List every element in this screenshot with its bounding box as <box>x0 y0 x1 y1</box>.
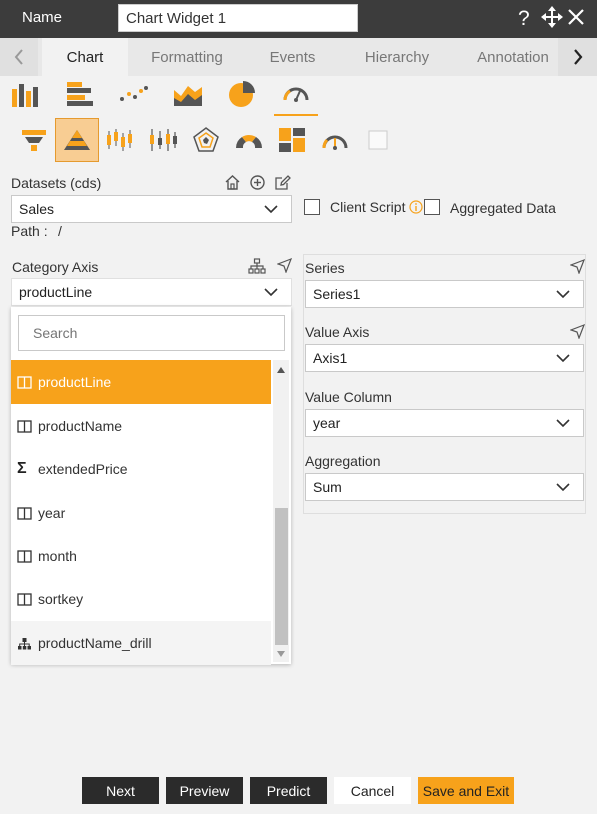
column-field-icon <box>17 549 35 563</box>
path-label: Path : <box>11 223 48 239</box>
aggregated-data-label: Aggregated Data <box>450 200 556 216</box>
boxplot-chart-icon[interactable] <box>141 118 185 162</box>
navigate-arrow-icon[interactable] <box>569 258 586 279</box>
tab-scroll-left-button[interactable] <box>0 38 38 76</box>
add-circle-icon[interactable] <box>249 174 266 196</box>
column-field-icon <box>17 419 35 433</box>
list-item-label: month <box>38 548 77 564</box>
sigma-measure-icon: Σ <box>17 460 27 477</box>
datasets-label: Datasets (cds) <box>11 175 102 191</box>
home-icon[interactable] <box>224 174 241 196</box>
area-chart-icon[interactable] <box>166 72 210 116</box>
path-value: / <box>58 223 62 239</box>
predict-button[interactable]: Predict <box>250 777 327 804</box>
column-field-icon <box>17 375 35 389</box>
list-item[interactable]: Σ extendedPrice <box>11 447 271 491</box>
scrollbar-thumb[interactable] <box>275 508 288 645</box>
chevron-down-icon <box>263 202 279 218</box>
funnel-chart-icon[interactable] <box>12 118 56 162</box>
tab-scroll-right-button[interactable] <box>558 38 597 76</box>
tab-annotation[interactable]: Annotation <box>470 38 556 76</box>
chevron-down-icon <box>555 287 571 303</box>
list-item[interactable]: productName <box>11 404 271 448</box>
meter-gauge-icon[interactable] <box>313 118 357 162</box>
bar-chart-icon[interactable] <box>58 72 102 116</box>
candlestick-chart-icon[interactable] <box>98 118 142 162</box>
move-icon[interactable] <box>541 6 563 34</box>
list-item[interactable]: year <box>11 491 271 535</box>
list-item-label: productName_drill <box>38 635 152 651</box>
blank-chart-icon[interactable] <box>356 118 400 162</box>
list-item[interactable]: month <box>11 534 271 578</box>
pie-chart-icon[interactable] <box>220 72 264 116</box>
gauge-chart-icon[interactable] <box>274 72 318 116</box>
scroll-down-icon[interactable] <box>276 650 286 658</box>
aggregation-value: Sum <box>313 479 342 495</box>
list-item-label: sortkey <box>38 591 84 607</box>
scatter-chart-icon[interactable] <box>112 72 156 116</box>
value-column-label: Value Column <box>305 389 392 405</box>
value-column-value: year <box>313 415 341 431</box>
aggregated-data-checkbox[interactable] <box>424 199 440 215</box>
category-axis-dropdown: productLine productName Σ extendedPrice … <box>11 307 291 665</box>
aggregation-label: Aggregation <box>305 453 381 469</box>
tab-bar: Chart Formatting Events Hierarchy Annota… <box>0 38 597 76</box>
navigate-arrow-icon[interactable] <box>276 257 293 278</box>
datasets-select-value: Sales <box>19 201 55 217</box>
navigate-arrow-icon[interactable] <box>569 323 586 344</box>
list-item-label: year <box>38 505 66 521</box>
treemap-chart-icon[interactable] <box>270 118 314 162</box>
chevron-down-icon <box>263 285 279 301</box>
chevron-down-icon <box>555 480 571 496</box>
category-axis-label: Category Axis <box>12 259 99 275</box>
list-item-label: extendedPrice <box>38 461 128 477</box>
help-icon[interactable]: ? <box>518 7 530 31</box>
column-field-icon <box>17 506 35 520</box>
aggregation-select[interactable]: Sum <box>305 473 584 501</box>
list-item-label: productName <box>38 418 123 434</box>
cancel-button[interactable]: Cancel <box>334 777 411 804</box>
chevron-down-icon <box>555 351 571 367</box>
pyramid-chart-icon[interactable] <box>55 118 99 162</box>
info-icon[interactable] <box>409 200 423 219</box>
client-script-checkbox[interactable] <box>304 199 320 215</box>
preview-button[interactable]: Preview <box>166 777 243 804</box>
category-axis-value: productLine <box>19 284 93 300</box>
tab-hierarchy[interactable]: Hierarchy <box>352 38 442 76</box>
list-item[interactable]: productLine <box>11 360 271 404</box>
series-value: Series1 <box>313 286 361 302</box>
series-select[interactable]: Series1 <box>305 280 584 308</box>
widget-name-input[interactable] <box>118 4 358 32</box>
dropdown-scrollbar[interactable] <box>273 360 289 662</box>
column-field-icon <box>17 592 35 606</box>
hierarchy-icon <box>17 637 35 650</box>
list-item[interactable]: productName_drill <box>11 621 271 665</box>
list-item[interactable]: sortkey <box>11 577 271 621</box>
semi-donut-chart-icon[interactable] <box>227 118 271 162</box>
edit-icon[interactable] <box>274 174 291 196</box>
column-chart-icon[interactable] <box>4 72 48 116</box>
category-axis-select[interactable]: productLine <box>11 278 292 306</box>
scroll-up-icon[interactable] <box>276 366 286 374</box>
datasets-select[interactable]: Sales <box>11 195 292 223</box>
value-axis-value: Axis1 <box>313 350 348 366</box>
tab-events[interactable]: Events <box>255 38 330 76</box>
close-icon[interactable] <box>567 6 585 34</box>
tab-formatting[interactable]: Formatting <box>137 38 237 76</box>
chevron-down-icon <box>555 416 571 432</box>
hierarchy-icon[interactable] <box>248 258 266 279</box>
tab-chart[interactable]: Chart <box>42 38 128 76</box>
value-column-select[interactable]: year <box>305 409 584 437</box>
series-label: Series <box>305 260 345 276</box>
value-axis-label: Value Axis <box>305 324 370 340</box>
list-item-label: productLine <box>38 374 112 390</box>
name-label: Name <box>22 9 63 26</box>
next-button[interactable]: Next <box>82 777 159 804</box>
radar-chart-icon[interactable] <box>184 118 228 162</box>
client-script-label: Client Script <box>330 199 406 215</box>
save-and-exit-button[interactable]: Save and Exit <box>418 777 514 804</box>
value-axis-select[interactable]: Axis1 <box>305 344 584 372</box>
header-bar: Name ? <box>0 0 597 38</box>
dropdown-search-input[interactable] <box>18 315 285 351</box>
